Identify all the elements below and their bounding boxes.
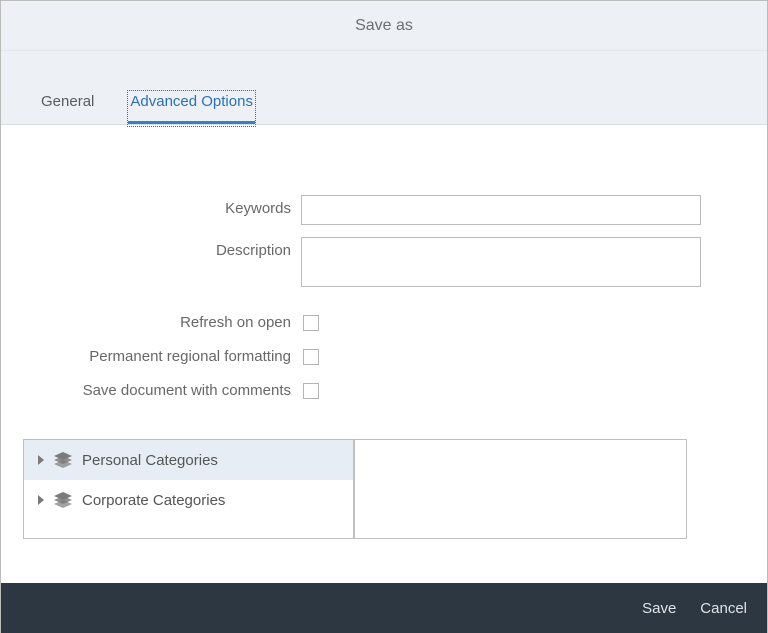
- dialog-footer: Save Cancel: [1, 583, 767, 633]
- dialog-title: Save as: [355, 17, 413, 35]
- content-area: Keywords Description Refresh on open Per…: [1, 125, 767, 539]
- description-label: Description: [1, 237, 301, 259]
- save-with-comments-label: Save document with comments: [1, 377, 301, 399]
- dialog-header: Save as: [1, 1, 767, 51]
- chevron-right-icon: [38, 495, 44, 505]
- refresh-on-open-checkbox[interactable]: [303, 315, 319, 331]
- keywords-input[interactable]: [301, 195, 701, 225]
- save-button[interactable]: Save: [642, 600, 676, 617]
- category-corporate[interactable]: Corporate Categories: [24, 480, 353, 520]
- categories-panel: Personal Categories Corporate Categories: [23, 439, 687, 539]
- cancel-button[interactable]: Cancel: [700, 600, 747, 617]
- category-label: Corporate Categories: [82, 492, 225, 509]
- category-stack-icon: [54, 492, 72, 508]
- keywords-label: Keywords: [1, 195, 301, 217]
- refresh-on-open-label: Refresh on open: [1, 309, 301, 331]
- category-personal[interactable]: Personal Categories: [24, 440, 353, 480]
- save-with-comments-checkbox[interactable]: [303, 383, 319, 399]
- category-label: Personal Categories: [82, 452, 218, 469]
- chevron-right-icon: [38, 455, 44, 465]
- tab-bar: General Advanced Options: [1, 51, 767, 125]
- tab-advanced-options[interactable]: Advanced Options: [130, 93, 253, 124]
- category-stack-icon: [54, 452, 72, 468]
- regional-formatting-label: Permanent regional formatting: [1, 343, 301, 365]
- regional-formatting-checkbox[interactable]: [303, 349, 319, 365]
- description-input[interactable]: [301, 237, 701, 287]
- tab-general[interactable]: General: [41, 93, 94, 124]
- categories-tree: Personal Categories Corporate Categories: [24, 440, 355, 538]
- categories-detail: [355, 440, 686, 538]
